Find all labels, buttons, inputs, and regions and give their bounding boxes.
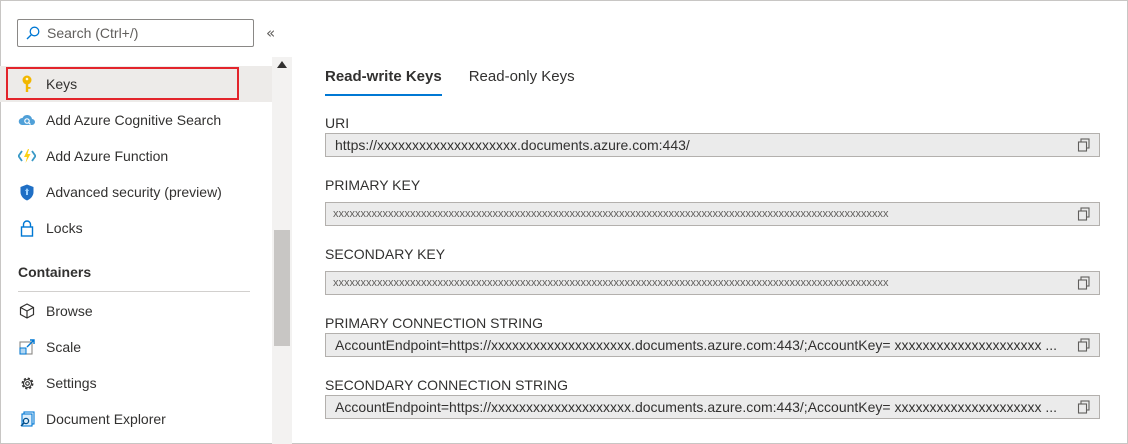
resource-menu: Keys Add Azure Cognitive Search Add Azur… xyxy=(0,57,272,444)
sidebar-item-label: Settings xyxy=(46,375,97,391)
search-icon xyxy=(26,26,40,40)
secondary-key-value: xxxxxxxxxxxxxxxxxxxxxxxxxxxxxxxxxxxxxxxx… xyxy=(333,277,889,289)
sidebar-item-add-azure-function[interactable]: Add Azure Function xyxy=(0,138,272,174)
secondary-key-label: SECONDARY KEY xyxy=(325,246,446,262)
scale-icon xyxy=(18,338,36,356)
search-input[interactable] xyxy=(47,25,247,41)
copy-icon[interactable] xyxy=(1077,400,1091,414)
sidebar-item-scale[interactable]: Scale xyxy=(0,329,272,365)
secondary-key-field[interactable]: xxxxxxxxxxxxxxxxxxxxxxxxxxxxxxxxxxxxxxxx… xyxy=(325,271,1100,295)
gear-icon xyxy=(18,374,36,392)
function-icon xyxy=(18,147,36,165)
sidebar-item-label: Browse xyxy=(46,303,93,319)
shield-icon xyxy=(18,183,36,201)
copy-icon[interactable] xyxy=(1077,207,1091,221)
secondary-connection-string-field[interactable]: AccountEndpoint=https://xxxxxxxxxxxxxxxx… xyxy=(325,395,1100,419)
sidebar-item-browse[interactable]: Browse xyxy=(0,293,272,329)
section-title-containers: Containers xyxy=(18,264,92,280)
cloud-search-icon xyxy=(18,111,36,129)
sidebar-item-label: Add Azure Function xyxy=(46,148,169,164)
primary-key-field[interactable]: xxxxxxxxxxxxxxxxxxxxxxxxxxxxxxxxxxxxxxxx… xyxy=(325,202,1100,226)
sidebar-item-label: Add Azure Cognitive Search xyxy=(46,112,222,128)
copy-icon[interactable] xyxy=(1077,138,1091,152)
primary-key-value: xxxxxxxxxxxxxxxxxxxxxxxxxxxxxxxxxxxxxxxx… xyxy=(333,208,889,220)
collapse-sidebar-button[interactable]: « xyxy=(266,24,275,42)
sidebar-item-add-azure-cognitive-search[interactable]: Add Azure Cognitive Search xyxy=(0,102,272,138)
keys-tabs: Read-write Keys Read-only Keys xyxy=(325,68,602,96)
uri-field[interactable]: https://xxxxxxxxxxxxxxxxxxxx.documents.a… xyxy=(325,133,1100,157)
lock-icon xyxy=(18,219,36,237)
sidebar-item-locks[interactable]: Locks xyxy=(0,210,272,246)
scroll-up-arrow-icon[interactable] xyxy=(277,61,287,68)
sidebar-item-advanced-security[interactable]: Advanced security (preview) xyxy=(0,174,272,210)
cube-icon xyxy=(18,302,36,320)
tab-read-write-keys[interactable]: Read-write Keys xyxy=(325,68,442,96)
key-icon xyxy=(18,75,36,93)
uri-label: URI xyxy=(325,115,350,131)
sidebar-item-settings[interactable]: Settings xyxy=(0,365,272,401)
sidebar-item-label: Document Explorer xyxy=(46,411,166,427)
section-divider xyxy=(18,291,250,292)
sidebar-item-label: Locks xyxy=(46,220,83,236)
primary-connection-string-field[interactable]: AccountEndpoint=https://xxxxxxxxxxxxxxxx… xyxy=(325,333,1100,357)
primary-connection-string-label: PRIMARY CONNECTION STRING xyxy=(325,315,544,331)
secondary-connection-string-value: AccountEndpoint=https://xxxxxxxxxxxxxxxx… xyxy=(335,399,1058,415)
sidebar-item-label: Keys xyxy=(46,76,78,92)
primary-connection-string-value: AccountEndpoint=https://xxxxxxxxxxxxxxxx… xyxy=(335,337,1058,353)
search-box[interactable] xyxy=(17,19,254,47)
sidebar-item-document-explorer[interactable]: Document Explorer xyxy=(0,401,272,437)
document-explorer-icon xyxy=(18,410,36,428)
sidebar: « Keys Add Azure xyxy=(0,0,293,444)
sidebar-item-label: Advanced security (preview) xyxy=(46,184,222,200)
copy-icon[interactable] xyxy=(1077,338,1091,352)
sidebar-item-label: Scale xyxy=(46,339,82,355)
uri-value: https://xxxxxxxxxxxxxxxxxxxx.documents.a… xyxy=(335,137,690,153)
tab-read-only-keys[interactable]: Read-only Keys xyxy=(469,68,575,96)
sidebar-scrollbar[interactable] xyxy=(272,57,292,444)
sidebar-item-keys[interactable]: Keys xyxy=(0,66,272,102)
primary-key-label: PRIMARY KEY xyxy=(325,177,421,193)
scrollbar-thumb[interactable] xyxy=(274,230,290,346)
copy-icon[interactable] xyxy=(1077,276,1091,290)
keys-panel: Read-write Keys Read-only Keys URI https… xyxy=(293,0,1128,444)
secondary-connection-string-label: SECONDARY CONNECTION STRING xyxy=(325,377,568,393)
